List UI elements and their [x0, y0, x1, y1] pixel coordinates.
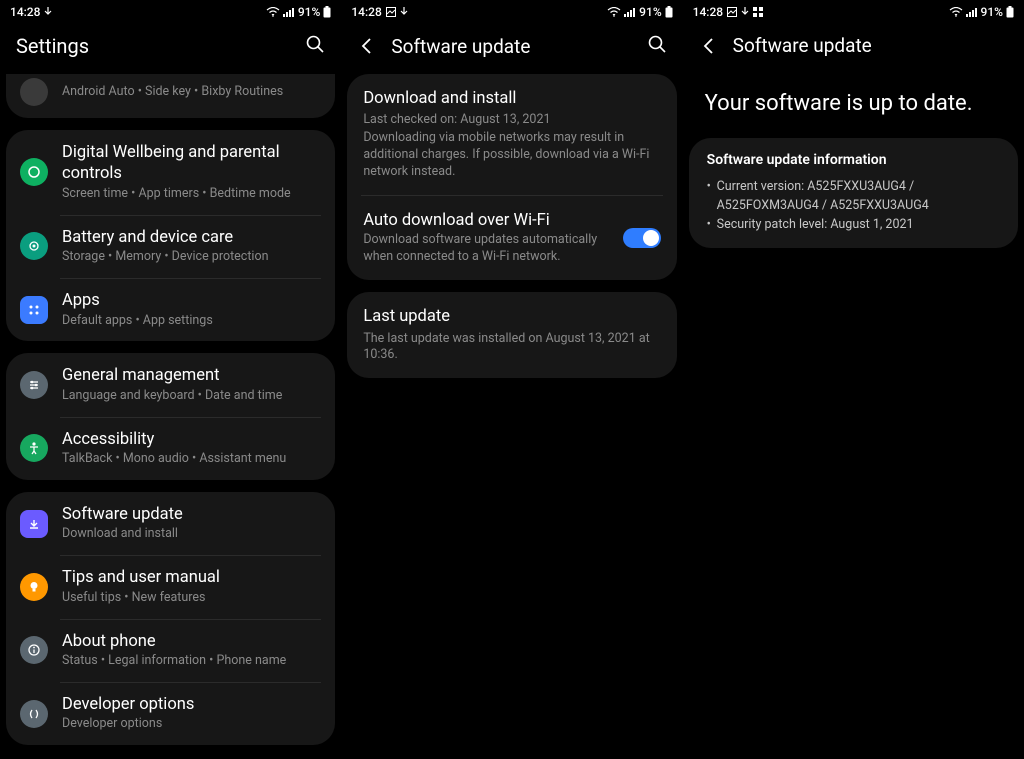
download-install-item[interactable]: Download and install Last checked on: Au…	[347, 74, 676, 195]
about-icon	[20, 636, 48, 664]
status-bar: 14:28 91%	[683, 0, 1024, 24]
signal-icon	[966, 7, 978, 17]
header: Software update	[341, 24, 682, 74]
notification-icon	[400, 7, 408, 17]
status-time: 14:28	[693, 5, 723, 19]
info-patch: Security patch level: August 1, 2021	[707, 216, 1000, 235]
item-title: Download and install	[363, 88, 660, 109]
item-title: General management	[62, 365, 321, 386]
status-time: 14:28	[351, 5, 381, 19]
item-sub: Default apps • App settings	[62, 313, 321, 330]
info-version: Current version: A525FXXU3AUG4 / A525FOX…	[707, 178, 1000, 216]
settings-item-battery[interactable]: Battery and device care Storage • Memory…	[6, 215, 335, 278]
settings-item-advanced-features[interactable]: Android Auto • Side key • Bixby Routines	[6, 74, 335, 118]
battery-text: 91%	[981, 5, 1003, 19]
battery-icon	[1006, 6, 1014, 18]
item-sub: Android Auto • Side key • Bixby Routines	[62, 84, 321, 101]
wellbeing-icon	[20, 158, 48, 186]
advanced-features-icon	[20, 78, 48, 106]
item-sub: Status • Legal information • Phone name	[62, 653, 321, 670]
battery-icon	[323, 6, 331, 18]
notification-icon	[44, 7, 52, 17]
notification-icon	[741, 7, 749, 17]
screenshot-icon	[386, 7, 396, 17]
settings-item-general[interactable]: General management Language and keyboard…	[6, 353, 335, 416]
settings-item-developer[interactable]: Developer options Developer options	[6, 682, 335, 745]
item-title: Digital Wellbeing and parental controls	[62, 142, 321, 185]
battery-text: 91%	[639, 5, 661, 19]
battery-icon	[665, 6, 673, 18]
item-title: Auto download over Wi-Fi	[363, 210, 608, 231]
settings-group-d: Software update Download and install Tip…	[6, 492, 335, 745]
item-title: Accessibility	[62, 429, 321, 450]
item-title: Tips and user manual	[62, 567, 321, 588]
item-title: Software update	[62, 504, 321, 525]
status-bar: 14:28 91%	[0, 0, 341, 24]
header: Software update	[683, 24, 1024, 73]
item-title: Apps	[62, 290, 321, 311]
page-title: Software update	[391, 35, 632, 58]
item-title: About phone	[62, 631, 321, 652]
item-title: Last update	[363, 306, 660, 327]
item-sub: Last checked on: August 13, 2021	[363, 112, 660, 129]
item-title: Battery and device care	[62, 227, 321, 248]
update-group-main: Download and install Last checked on: Au…	[347, 74, 676, 280]
page-title: Settings	[16, 34, 291, 58]
software-update-panel: 14:28 91% Software update	[341, 0, 682, 759]
auto-download-item[interactable]: Auto download over Wi-Fi Download softwa…	[347, 196, 676, 280]
item-sub: Useful tips • New features	[62, 590, 321, 607]
wifi-icon	[949, 7, 963, 17]
update-info-card: Software update information Current vers…	[689, 138, 1018, 248]
header: Settings	[0, 24, 341, 74]
search-icon[interactable]	[647, 34, 667, 58]
item-sub: Language and keyboard • Date and time	[62, 388, 321, 405]
grid-icon	[753, 7, 763, 17]
item-sub: Download and install	[62, 526, 321, 543]
tips-icon	[20, 573, 48, 601]
status-time: 14:28	[10, 5, 40, 19]
signal-icon	[283, 7, 295, 17]
general-icon	[20, 371, 48, 399]
item-sub: TalkBack • Mono audio • Assistant menu	[62, 451, 321, 468]
auto-download-toggle[interactable]	[623, 228, 661, 248]
item-title: Developer options	[62, 694, 321, 715]
software-update-icon	[20, 510, 48, 538]
status-bar: 14:28 91%	[341, 0, 682, 24]
software-update-status-panel: 14:28 91% Sof	[683, 0, 1024, 759]
settings-group-b: Digital Wellbeing and parental controls …	[6, 130, 335, 341]
item-sub: The last update was installed on August …	[363, 331, 660, 365]
settings-item-apps[interactable]: Apps Default apps • App settings	[6, 278, 335, 341]
accessibility-icon	[20, 434, 48, 462]
settings-item-software-update[interactable]: Software update Download and install	[6, 492, 335, 555]
settings-panel: 14:28 91% Settings And	[0, 0, 341, 759]
search-icon[interactable]	[305, 34, 325, 58]
developer-icon	[20, 700, 48, 728]
apps-icon	[20, 296, 48, 324]
settings-item-tips[interactable]: Tips and user manual Useful tips • New f…	[6, 555, 335, 618]
back-button[interactable]	[699, 36, 719, 56]
item-sub: Screen time • App timers • Bedtime mode	[62, 186, 321, 203]
wifi-icon	[266, 7, 280, 17]
battery-care-icon	[20, 232, 48, 260]
settings-item-wellbeing[interactable]: Digital Wellbeing and parental controls …	[6, 130, 335, 215]
back-button[interactable]	[357, 36, 377, 56]
wifi-icon	[607, 7, 621, 17]
settings-group-partial: Android Auto • Side key • Bixby Routines	[6, 74, 335, 118]
item-sub: Developer options	[62, 716, 321, 733]
battery-text: 91%	[298, 5, 320, 19]
update-group-last: Last update The last update was installe…	[347, 292, 676, 378]
page-title: Software update	[733, 34, 1008, 57]
settings-group-c: General management Language and keyboard…	[6, 353, 335, 480]
settings-item-accessibility[interactable]: Accessibility TalkBack • Mono audio • As…	[6, 417, 335, 480]
info-title: Software update information	[707, 152, 1000, 168]
signal-icon	[624, 7, 636, 17]
item-sub: Download software updates automatically …	[363, 232, 608, 266]
update-status-hero: Your software is up to date.	[683, 73, 1024, 138]
screenshot-icon	[727, 7, 737, 17]
item-sub: Downloading via mobile networks may resu…	[363, 130, 660, 181]
item-sub: Storage • Memory • Device protection	[62, 249, 321, 266]
settings-item-about[interactable]: About phone Status • Legal information •…	[6, 619, 335, 682]
last-update-item[interactable]: Last update The last update was installe…	[347, 292, 676, 378]
